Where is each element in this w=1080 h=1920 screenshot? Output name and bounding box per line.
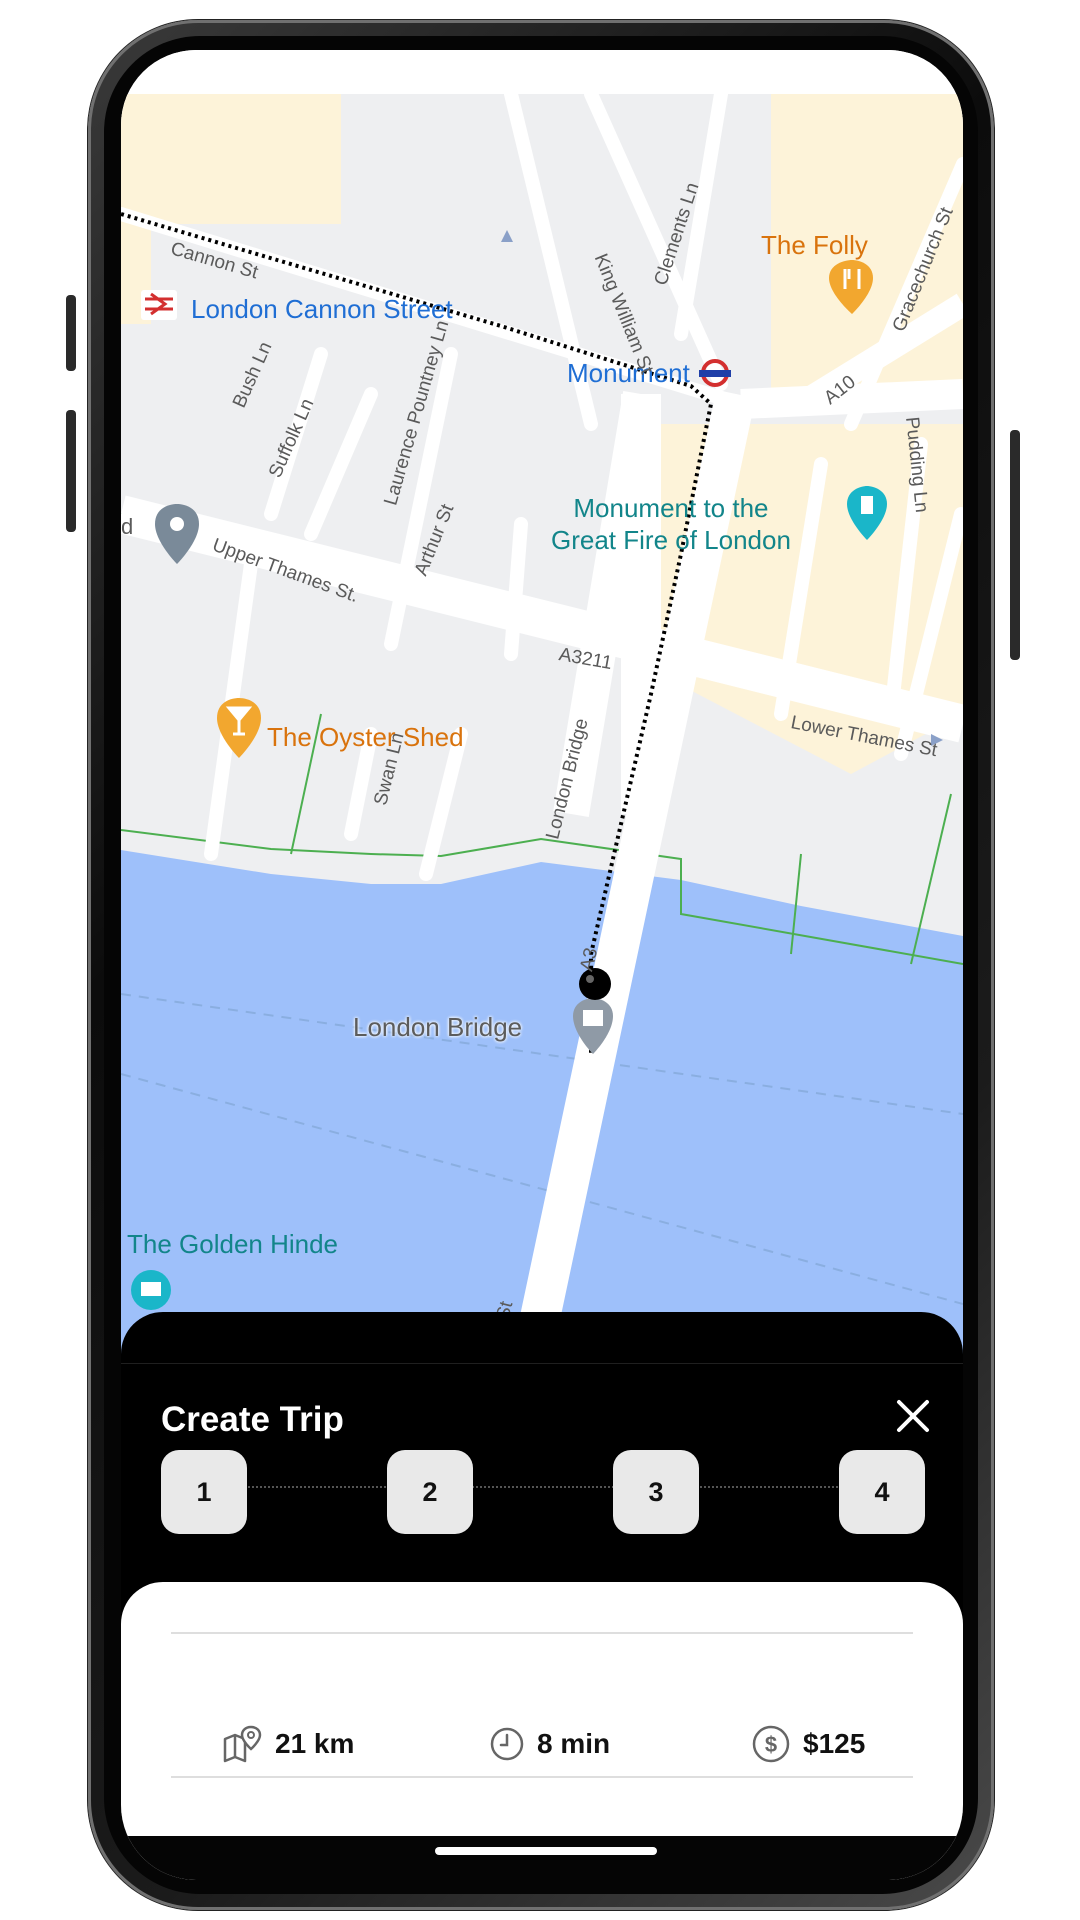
home-indicator[interactable] <box>435 1847 657 1855</box>
sheet-title: Create Trip <box>161 1400 344 1439</box>
step-1-button[interactable]: 1 <box>161 1450 247 1534</box>
map-label-the-folly[interactable]: The Folly <box>761 230 868 261</box>
map-label-the-golden-hinde[interactable]: The Golden Hinde <box>127 1228 338 1260</box>
map-label-monument-fire-line1: Monument to the <box>573 493 769 523</box>
museum-pin-icon <box>131 1270 171 1310</box>
step-4-button[interactable]: 4 <box>839 1450 925 1534</box>
side-button-power <box>1010 430 1020 660</box>
phone-screen: London Cannon Street Monument The Folly … <box>121 50 963 1880</box>
map-label-cut: d <box>121 514 134 539</box>
map-label-monument-fire[interactable]: Monument to the Great Fire of London <box>551 492 791 556</box>
one-way-arrow-icon <box>501 230 513 242</box>
map-label-the-oyster-shed[interactable]: The Oyster Shed <box>267 722 464 753</box>
price-stat: $ $125 <box>751 1722 865 1766</box>
summary-divider-top <box>171 1632 913 1634</box>
map-view[interactable]: London Cannon Street Monument The Folly … <box>121 94 963 1384</box>
distance-value: 21 km <box>275 1728 355 1759</box>
price-value: $125 <box>803 1728 866 1759</box>
step-2-button[interactable]: 2 <box>387 1450 473 1534</box>
close-button[interactable] <box>891 1394 935 1438</box>
commercial-zone <box>121 94 341 224</box>
step-connector-line <box>201 1486 881 1488</box>
step-3-button[interactable]: 3 <box>613 1450 699 1534</box>
status-bar <box>121 50 963 94</box>
map-label-monument[interactable]: Monument <box>567 358 690 389</box>
dollar-icon: $ <box>752 1725 790 1763</box>
clock-icon <box>490 1727 524 1761</box>
svg-text:$: $ <box>765 1732 777 1757</box>
map-pin-icon <box>223 1725 262 1763</box>
side-button-volume-up <box>66 295 76 371</box>
side-button-volume-down <box>66 410 76 532</box>
map-label-london-cannon-street[interactable]: London Cannon Street <box>191 294 453 325</box>
duration-stat: 8 min <box>489 1722 610 1766</box>
national-rail-icon <box>141 290 177 320</box>
close-icon <box>897 1400 929 1432</box>
home-indicator-area <box>121 1836 963 1880</box>
map-label-monument-fire-line2: Great Fire of London <box>551 525 791 555</box>
duration-value: 8 min <box>537 1728 611 1759</box>
sheet-divider <box>121 1363 963 1364</box>
place-pin-icon <box>155 504 199 564</box>
distance-stat: 21 km <box>221 1722 354 1766</box>
summary-divider-bottom <box>171 1776 913 1778</box>
map-label-london-bridge[interactable]: London Bridge <box>353 1012 522 1043</box>
